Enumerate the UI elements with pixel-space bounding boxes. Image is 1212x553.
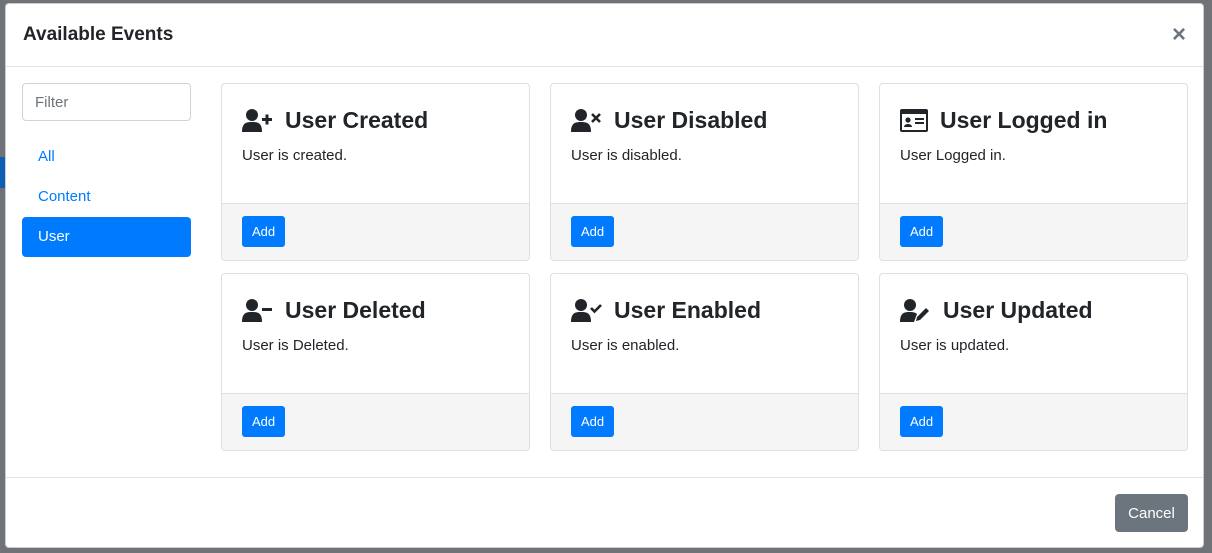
card-title: User Enabled: [571, 294, 838, 326]
card-footer: Add: [551, 393, 858, 450]
card-footer: Add: [880, 393, 1187, 450]
user-plus-icon: [242, 108, 272, 132]
card-title: User Created: [242, 104, 509, 136]
card-footer: Add: [551, 203, 858, 260]
user-times-icon: [571, 108, 601, 132]
card-title-text: User Created: [285, 106, 429, 133]
nav-item-user[interactable]: User: [22, 217, 191, 257]
user-minus-icon: [242, 298, 272, 322]
card-description: User Logged in.: [900, 147, 1006, 164]
nav-item-content[interactable]: Content: [22, 177, 191, 217]
event-card-user-disabled: User Disabled User is disabled. Add: [550, 83, 859, 261]
close-icon[interactable]: ×: [1172, 23, 1186, 47]
add-button[interactable]: Add: [900, 216, 944, 247]
card-title: User Disabled: [571, 104, 838, 136]
modal-header: Available Events ×: [6, 4, 1203, 67]
user-edit-icon: [900, 298, 929, 322]
card-description: User is created.: [242, 147, 348, 164]
add-button[interactable]: Add: [900, 406, 944, 437]
card-title: User Updated: [900, 294, 1167, 326]
add-button[interactable]: Add: [571, 406, 615, 437]
card-footer: Add: [222, 203, 529, 260]
add-button[interactable]: Add: [242, 406, 286, 437]
card-footer: Add: [222, 393, 529, 450]
card-title-text: User Deleted: [285, 296, 426, 323]
add-button[interactable]: Add: [242, 216, 286, 247]
user-check-icon: [571, 298, 602, 322]
category-nav: All Content User: [22, 137, 191, 257]
card-title-text: User Updated: [943, 296, 1093, 323]
cancel-button[interactable]: Cancel: [1115, 494, 1188, 532]
card-description: User is enabled.: [571, 337, 680, 354]
card-title: User Logged in: [900, 104, 1167, 136]
event-card-user-updated: User Updated User is updated. Add: [879, 273, 1188, 451]
filter-input[interactable]: [22, 83, 191, 121]
card-footer: Add: [880, 203, 1187, 260]
card-title-text: User Enabled: [614, 296, 761, 323]
event-card-user-enabled: User Enabled User is enabled. Add: [550, 273, 859, 451]
card-title-text: User Logged in: [940, 106, 1108, 133]
card-title: User Deleted: [242, 294, 509, 326]
card-title-text: User Disabled: [614, 106, 768, 133]
modal-body: All Content User User Created: [6, 67, 1203, 478]
card-description: User is Deleted.: [242, 337, 349, 354]
event-card-user-created: User Created User is created. Add: [221, 83, 530, 261]
card-description: User is updated.: [900, 337, 1010, 354]
modal-footer: Cancel: [6, 477, 1203, 547]
modal-title: Available Events: [23, 24, 174, 45]
event-card-user-deleted: User Deleted User is Deleted. Add: [221, 273, 530, 451]
event-card-user-logged-in: User Logged in User Logged in. Add: [879, 83, 1188, 261]
available-events-modal: Available Events × All Content User: [5, 3, 1204, 548]
id-card-icon: [900, 108, 928, 132]
sidebar: All Content User: [22, 83, 191, 257]
card-description: User is disabled.: [571, 147, 682, 164]
nav-item-all[interactable]: All: [22, 137, 191, 177]
add-button[interactable]: Add: [571, 216, 615, 247]
